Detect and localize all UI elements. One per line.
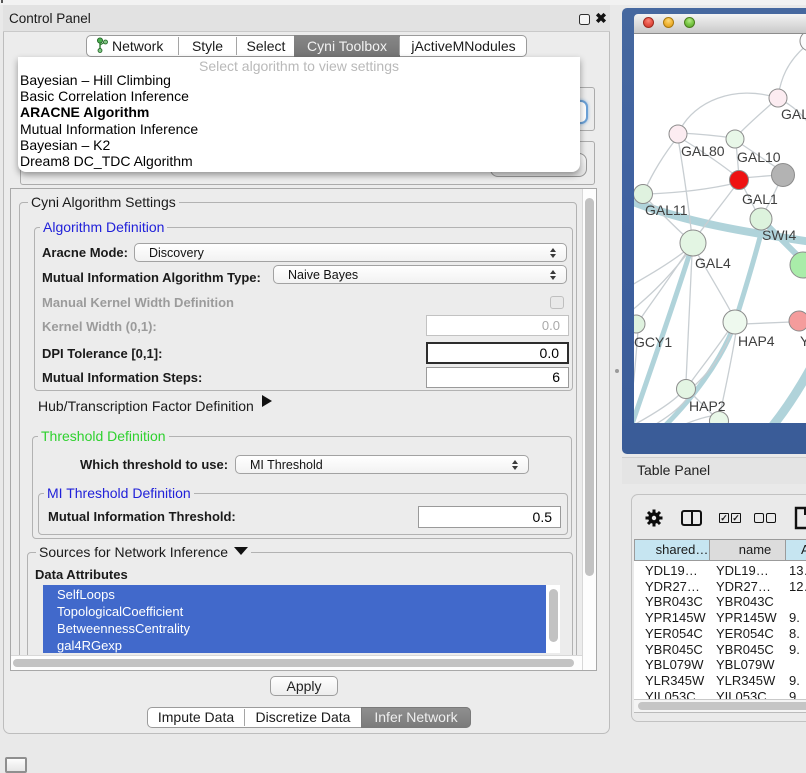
svg-text:GAL11: GAL11 [645,202,688,218]
svg-text:HAP4: HAP4 [738,333,775,349]
svg-text:HAP2: HAP2 [689,398,726,414]
svg-text:GAL10: GAL10 [737,149,781,165]
svg-text:SWI4: SWI4 [762,227,796,243]
svg-text:GCY1: GCY1 [634,334,672,350]
svg-text:GAL7: GAL7 [781,106,806,122]
svg-text:GAL1: GAL1 [742,191,778,207]
svg-text:GAL80: GAL80 [681,143,725,159]
svg-text:Y: Y [800,333,806,349]
svg-text:GAL4: GAL4 [695,255,731,271]
